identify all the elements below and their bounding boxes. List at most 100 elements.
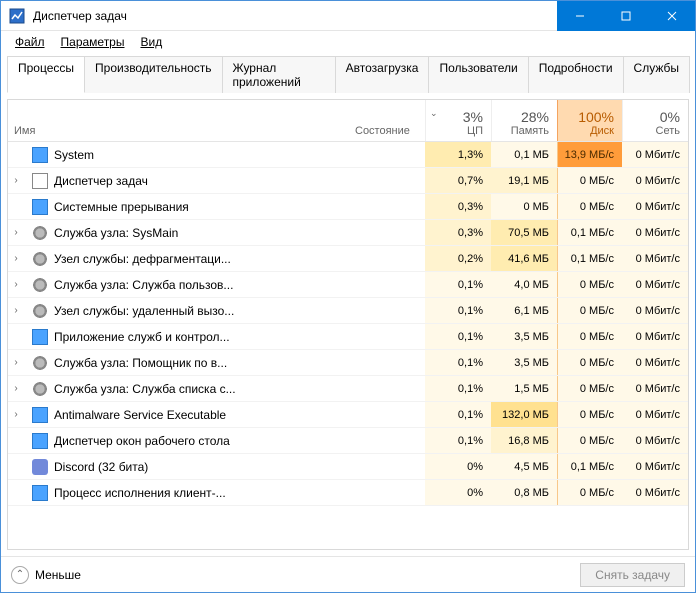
cell-disk: 0 МБ/с bbox=[557, 428, 623, 453]
table-row[interactable]: Диспетчер окон рабочего стола0,1%16,8 МБ… bbox=[8, 428, 688, 454]
cell-network: 0 Мбит/с bbox=[622, 324, 688, 349]
tab-services[interactable]: Службы bbox=[623, 56, 690, 93]
menu-file[interactable]: Файл bbox=[7, 33, 53, 51]
table-row[interactable]: ›Служба узла: Служба списка с...0,1%1,5 … bbox=[8, 376, 688, 402]
menu-view[interactable]: Вид bbox=[132, 33, 170, 51]
tabbar: Процессы Производительность Журнал прило… bbox=[7, 55, 689, 93]
maximize-button[interactable] bbox=[603, 1, 649, 31]
table-row[interactable]: Процесс исполнения клиент-...0%0,8 МБ0 М… bbox=[8, 480, 688, 506]
table-row[interactable]: ›Служба узла: SysMain0,3%70,5 МБ0,1 МБ/с… bbox=[8, 220, 688, 246]
cell-memory: 6,1 МБ bbox=[491, 298, 557, 323]
process-rows: System1,3%0,1 МБ13,9 МБ/с0 Мбит/с › Диспет… bbox=[8, 142, 688, 549]
cell-network: 0 Мбит/с bbox=[622, 350, 688, 375]
expand-toggle[interactable]: › bbox=[8, 383, 24, 394]
table-row[interactable]: Системные прерывания0,3%0 МБ0 МБ/с0 Мбит… bbox=[8, 194, 688, 220]
end-task-button[interactable]: Снять задачу bbox=[580, 563, 685, 587]
fewer-details-button[interactable]: ⌃ Меньше bbox=[11, 566, 81, 584]
cell-cpu: 0% bbox=[425, 480, 491, 505]
expand-toggle[interactable]: › bbox=[8, 175, 24, 186]
cell-cpu: 1,3% bbox=[425, 142, 491, 167]
cell-network: 0 Мбит/с bbox=[622, 402, 688, 427]
tab-users[interactable]: Пользователи bbox=[428, 56, 528, 93]
header-cpu[interactable]: ⌄ 3% ЦП bbox=[425, 100, 491, 141]
cell-network: 0 Мбит/с bbox=[622, 376, 688, 401]
cell-cpu: 0,1% bbox=[425, 298, 491, 323]
process-name: Служба узла: Помощник по в... bbox=[54, 356, 349, 370]
cell-memory: 4,5 МБ bbox=[491, 454, 557, 479]
cell-disk: 0 МБ/с bbox=[557, 402, 623, 427]
cell-network: 0 Мбит/с bbox=[622, 272, 688, 297]
cell-cpu: 0,1% bbox=[425, 350, 491, 375]
tab-processes[interactable]: Процессы bbox=[7, 56, 85, 93]
cell-disk: 0,1 МБ/с bbox=[557, 220, 623, 245]
minimize-button[interactable] bbox=[557, 1, 603, 31]
cell-network: 0 Мбит/с bbox=[622, 142, 688, 167]
close-button[interactable] bbox=[649, 1, 695, 31]
tab-startup[interactable]: Автозагрузка bbox=[335, 56, 430, 93]
process-icon bbox=[32, 147, 48, 163]
close-icon bbox=[667, 11, 677, 21]
cell-memory: 16,8 МБ bbox=[491, 428, 557, 453]
header-network[interactable]: 0% Сеть bbox=[622, 100, 688, 141]
table-row[interactable]: System1,3%0,1 МБ13,9 МБ/с0 Мбит/с bbox=[8, 142, 688, 168]
minimize-icon bbox=[575, 11, 585, 21]
cell-cpu: 0,1% bbox=[425, 324, 491, 349]
cell-cpu: 0,1% bbox=[425, 272, 491, 297]
process-name: Antimalware Service Executable bbox=[54, 408, 349, 422]
expand-toggle[interactable]: › bbox=[8, 357, 24, 368]
cell-memory: 1,5 МБ bbox=[491, 376, 557, 401]
process-name: Узел службы: удаленный вызо... bbox=[54, 304, 349, 318]
table-row[interactable]: › Служба узла: Помощник по в... 0,1%3,5 МБ… bbox=[8, 350, 688, 376]
expand-toggle[interactable]: › bbox=[8, 305, 24, 316]
process-name: Discord (32 бита) bbox=[54, 460, 349, 474]
process-icon bbox=[32, 251, 48, 267]
process-name: Диспетчер задач bbox=[54, 174, 349, 188]
cell-disk: 0 МБ/с bbox=[557, 376, 623, 401]
table-row[interactable]: ›Служба узла: Служба пользов...0,1%4,0 М… bbox=[8, 272, 688, 298]
table-row[interactable]: Приложение служб и контрол...0,1%3,5 МБ0… bbox=[8, 324, 688, 350]
process-name: Узел службы: дефрагментаци... bbox=[54, 252, 349, 266]
header-state[interactable]: Состояние bbox=[349, 100, 425, 141]
expand-toggle[interactable]: › bbox=[8, 409, 24, 420]
cell-cpu: 0% bbox=[425, 454, 491, 479]
cell-memory: 3,5 МБ bbox=[491, 350, 557, 375]
process-icon bbox=[32, 329, 48, 345]
cell-cpu: 0,7% bbox=[425, 168, 491, 193]
table-row[interactable]: › Узел службы: дефрагментаци... 0,2%41,6 М… bbox=[8, 246, 688, 272]
cell-network: 0 Мбит/с bbox=[622, 298, 688, 323]
table-row[interactable]: Discord (32 бита)0%4,5 МБ0,1 МБ/с0 Мбит/… bbox=[8, 454, 688, 480]
cell-network: 0 Мбит/с bbox=[622, 454, 688, 479]
menu-options[interactable]: Параметры bbox=[53, 33, 133, 51]
tab-performance[interactable]: Производительность bbox=[84, 56, 222, 93]
cell-memory: 132,0 МБ bbox=[491, 402, 557, 427]
titlebar[interactable]: Диспетчер задач bbox=[1, 1, 695, 31]
chevron-up-icon: ⌃ bbox=[11, 566, 29, 584]
expand-toggle[interactable]: › bbox=[8, 253, 24, 264]
cell-cpu: 0,3% bbox=[425, 220, 491, 245]
cell-disk: 0 МБ/с bbox=[557, 350, 623, 375]
tab-details[interactable]: Подробности bbox=[528, 56, 624, 93]
expand-toggle[interactable]: › bbox=[8, 227, 24, 238]
header-disk[interactable]: 100% Диск bbox=[557, 100, 623, 141]
header-name[interactable]: Имя bbox=[8, 100, 349, 141]
cell-network: 0 Мбит/с bbox=[622, 480, 688, 505]
column-headers: Имя Состояние ⌄ 3% ЦП 28% Память 100% Ди… bbox=[8, 100, 688, 142]
header-memory[interactable]: 28% Память bbox=[491, 100, 557, 141]
cell-memory: 19,1 МБ bbox=[491, 168, 557, 193]
tab-app-history[interactable]: Журнал приложений bbox=[222, 56, 336, 93]
cell-memory: 41,6 МБ bbox=[491, 246, 557, 271]
process-name: Служба узла: Служба пользов... bbox=[54, 278, 349, 292]
process-name: Приложение служб и контрол... bbox=[54, 330, 349, 344]
process-name: Служба узла: Служба списка с... bbox=[54, 382, 349, 396]
cell-disk: 0 МБ/с bbox=[557, 168, 623, 193]
table-row[interactable]: › Узел службы: удаленный вызо... 0,1%6,1 М… bbox=[8, 298, 688, 324]
cell-network: 0 Мбит/с bbox=[622, 246, 688, 271]
footer: ⌃ Меньше Снять задачу bbox=[1, 556, 695, 592]
expand-toggle[interactable]: › bbox=[8, 279, 24, 290]
process-icon bbox=[32, 485, 48, 501]
cell-disk: 13,9 МБ/с bbox=[557, 142, 623, 167]
cell-disk: 0 МБ/с bbox=[557, 480, 623, 505]
cell-cpu: 0,2% bbox=[425, 246, 491, 271]
table-row[interactable]: ›Antimalware Service Executable0,1%132,0… bbox=[8, 402, 688, 428]
table-row[interactable]: ›Диспетчер задач0,7%19,1 МБ0 МБ/с0 Мбит/… bbox=[8, 168, 688, 194]
